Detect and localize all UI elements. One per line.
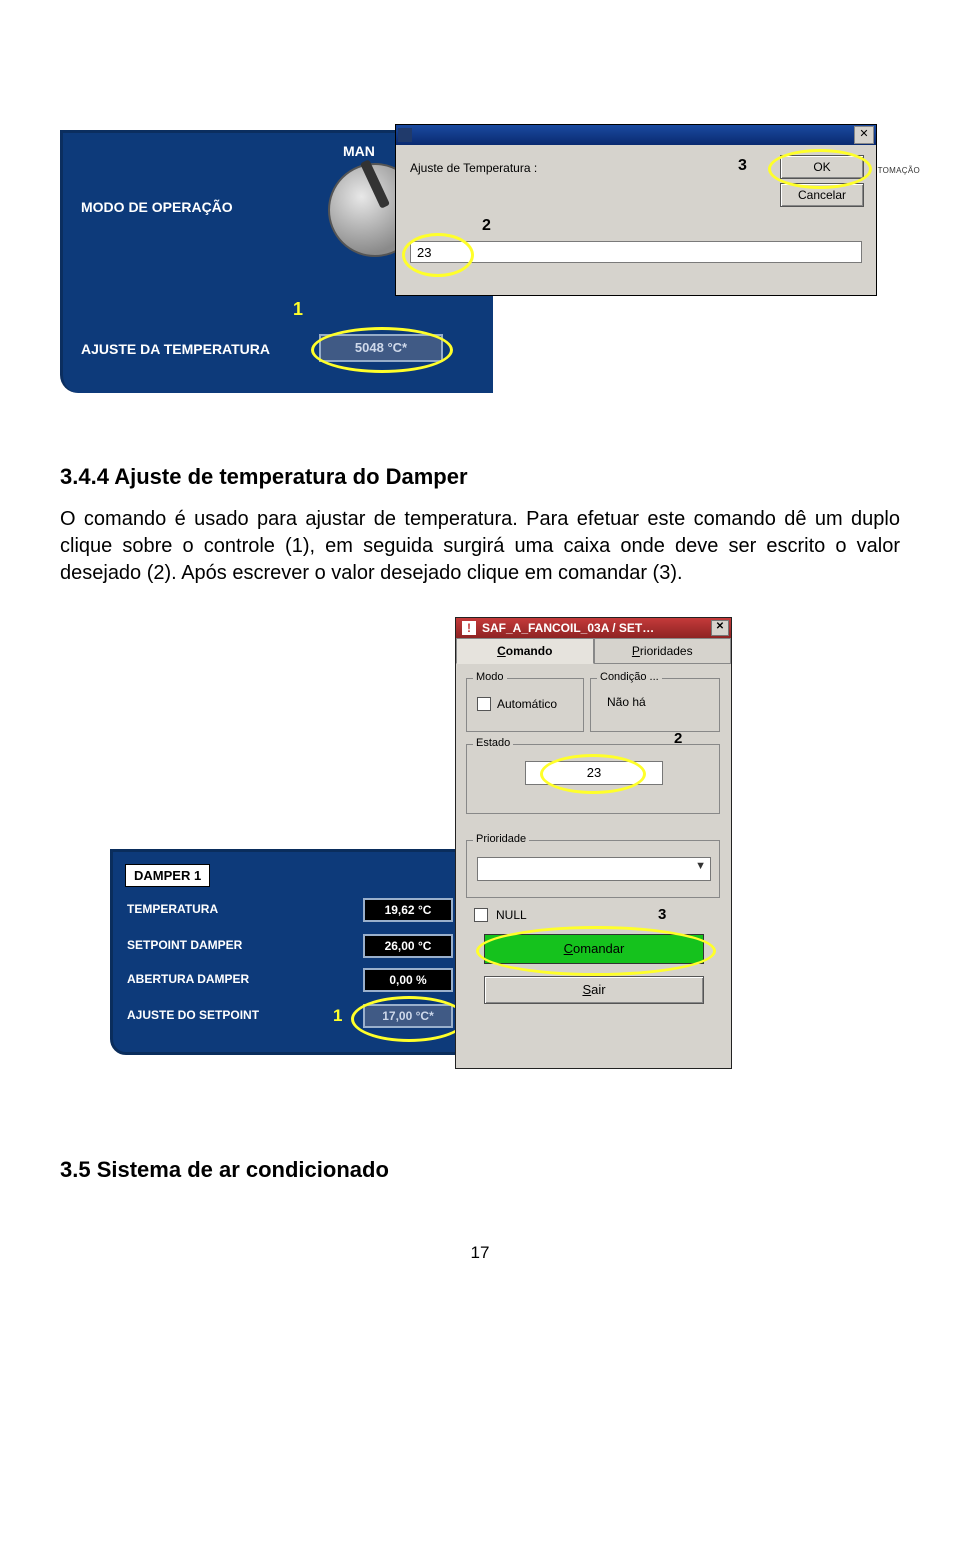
close-icon[interactable]: ✕ bbox=[711, 620, 729, 636]
man-label: MAN bbox=[343, 143, 375, 159]
temperatura-value: 19,62 °C bbox=[363, 898, 453, 922]
modo-legend: Modo bbox=[473, 671, 507, 683]
alert-icon: ! bbox=[462, 621, 476, 635]
dialog-titlebar: ! SAF_A_FANCOIL_03A / SET… ✕ bbox=[456, 618, 731, 638]
callout-3: 3 bbox=[658, 906, 666, 923]
damper-panel: DAMPER 1 TEMPERATURA SETPOINT DAMPER ABE… bbox=[110, 849, 491, 1055]
checkbox-icon bbox=[477, 697, 491, 711]
abertura-value: 0,00 % bbox=[363, 968, 453, 992]
window-icon bbox=[398, 128, 412, 142]
ajuste-temperatura-label: AJUSTE DA TEMPERATURA bbox=[81, 341, 270, 357]
figure-1: MAN MODO DE OPERAÇÃO AJUSTE DA TEMPERATU… bbox=[60, 130, 860, 430]
command-dialog: ! SAF_A_FANCOIL_03A / SET… ✕ CComandooma… bbox=[455, 617, 732, 1069]
automatico-label: Automático bbox=[497, 697, 557, 711]
temperatura-label: TEMPERATURA bbox=[127, 902, 218, 916]
section-344-heading: 3.4.4 Ajuste de temperatura do Damper bbox=[60, 464, 900, 490]
dialog-field-label: Ajuste de Temperatura : bbox=[410, 161, 537, 175]
condicao-group: Condição ... Não há bbox=[590, 678, 720, 732]
section-35-heading: 3.5 Sistema de ar condicionado bbox=[60, 1157, 900, 1183]
sair-button[interactable]: Sair bbox=[484, 976, 704, 1004]
highlight-oval-3 bbox=[476, 926, 716, 976]
checkbox-icon bbox=[474, 908, 488, 922]
callout-2: 2 bbox=[482, 217, 491, 235]
highlight-oval-2 bbox=[540, 754, 646, 794]
prioridade-select[interactable] bbox=[477, 857, 711, 881]
automatico-checkbox[interactable]: Automático bbox=[477, 697, 557, 711]
temperature-input[interactable] bbox=[410, 241, 862, 263]
dialog-tabs: CComandoomando Prioridades bbox=[456, 638, 731, 664]
condicao-value: Não há bbox=[607, 695, 646, 709]
highlight-oval-2 bbox=[402, 233, 474, 277]
page-number: 17 bbox=[60, 1243, 900, 1263]
modo-group: Modo Automático bbox=[466, 678, 584, 732]
prioridade-legend: Prioridade bbox=[473, 833, 529, 845]
setpoint-label: SETPOINT DAMPER bbox=[127, 938, 242, 952]
highlight-oval-1 bbox=[311, 327, 453, 373]
figure-2: DAMPER 1 TEMPERATURA SETPOINT DAMPER ABE… bbox=[110, 617, 810, 1097]
close-icon[interactable]: ✕ bbox=[854, 126, 874, 144]
ajuste-setpoint-label: AJUSTE DO SETPOINT bbox=[127, 1008, 259, 1022]
callout-1: 1 bbox=[333, 1006, 342, 1026]
callout-3: 3 bbox=[738, 157, 747, 175]
null-checkbox[interactable]: NULL bbox=[474, 908, 527, 922]
dialog-titlebar: ✕ bbox=[396, 125, 876, 145]
section-344-body: O comando é usado para ajustar de temper… bbox=[60, 506, 900, 587]
modo-operacao-label: MODO DE OPERAÇÃO bbox=[81, 199, 233, 215]
dialog-title-text: SAF_A_FANCOIL_03A / SET… bbox=[482, 621, 654, 635]
abertura-label: ABERTURA DAMPER bbox=[127, 972, 249, 986]
temperature-dialog: ✕ Ajuste de Temperatura : 3 2 OK Cancela… bbox=[395, 124, 877, 296]
tab-prioridades[interactable]: Prioridades bbox=[594, 638, 732, 664]
highlight-oval-3 bbox=[768, 149, 872, 189]
null-label: NULL bbox=[496, 908, 527, 922]
tab-comando[interactable]: CComandoomando bbox=[456, 638, 594, 664]
condicao-legend: Condição ... bbox=[597, 671, 662, 683]
prioridade-group: Prioridade bbox=[466, 840, 720, 898]
callout-1: 1 bbox=[293, 299, 303, 320]
estado-legend: Estado bbox=[473, 737, 513, 749]
damper-header: DAMPER 1 bbox=[125, 864, 210, 887]
setpoint-value: 26,00 °C bbox=[363, 934, 453, 958]
highlight-oval-1 bbox=[351, 996, 467, 1042]
